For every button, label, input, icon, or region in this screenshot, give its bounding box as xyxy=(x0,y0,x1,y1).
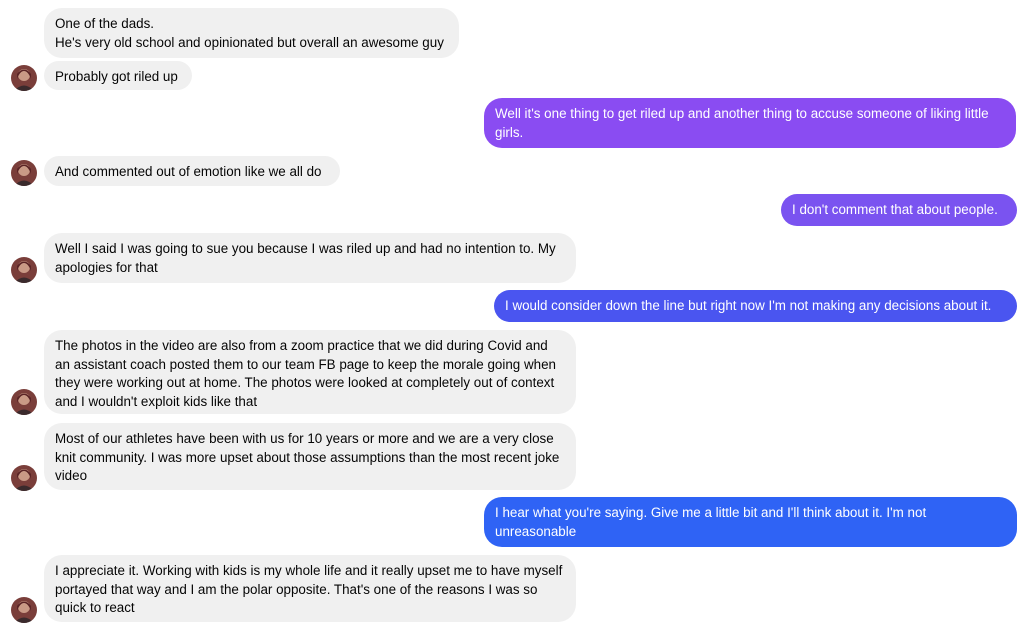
message-bubble-incoming[interactable]: I appreciate it. Working with kids is my… xyxy=(44,555,576,622)
contact-avatar[interactable] xyxy=(11,597,37,623)
message-bubble-incoming[interactable]: Well I said I was going to sue you becau… xyxy=(44,233,576,283)
message-bubble-outgoing[interactable]: I would consider down the line but right… xyxy=(494,290,1017,322)
contact-avatar[interactable] xyxy=(11,65,37,91)
message-bubble-incoming[interactable]: The photos in the video are also from a … xyxy=(44,330,576,414)
message-bubble-incoming[interactable]: One of the dads. He's very old school an… xyxy=(44,8,459,58)
contact-avatar[interactable] xyxy=(11,160,37,186)
message-bubble-incoming[interactable]: And commented out of emotion like we all… xyxy=(44,156,340,186)
contact-avatar[interactable] xyxy=(11,257,37,283)
message-bubble-outgoing[interactable]: Well it's one thing to get riled up and … xyxy=(484,98,1016,148)
contact-avatar[interactable] xyxy=(11,389,37,415)
message-bubble-outgoing[interactable]: I hear what you're saying. Give me a lit… xyxy=(484,497,1017,547)
message-bubble-incoming[interactable]: Probably got riled up xyxy=(44,61,192,90)
message-bubble-incoming[interactable]: Most of our athletes have been with us f… xyxy=(44,423,576,490)
message-bubble-outgoing[interactable]: I don't comment that about people. xyxy=(781,194,1017,226)
contact-avatar[interactable] xyxy=(11,465,37,491)
